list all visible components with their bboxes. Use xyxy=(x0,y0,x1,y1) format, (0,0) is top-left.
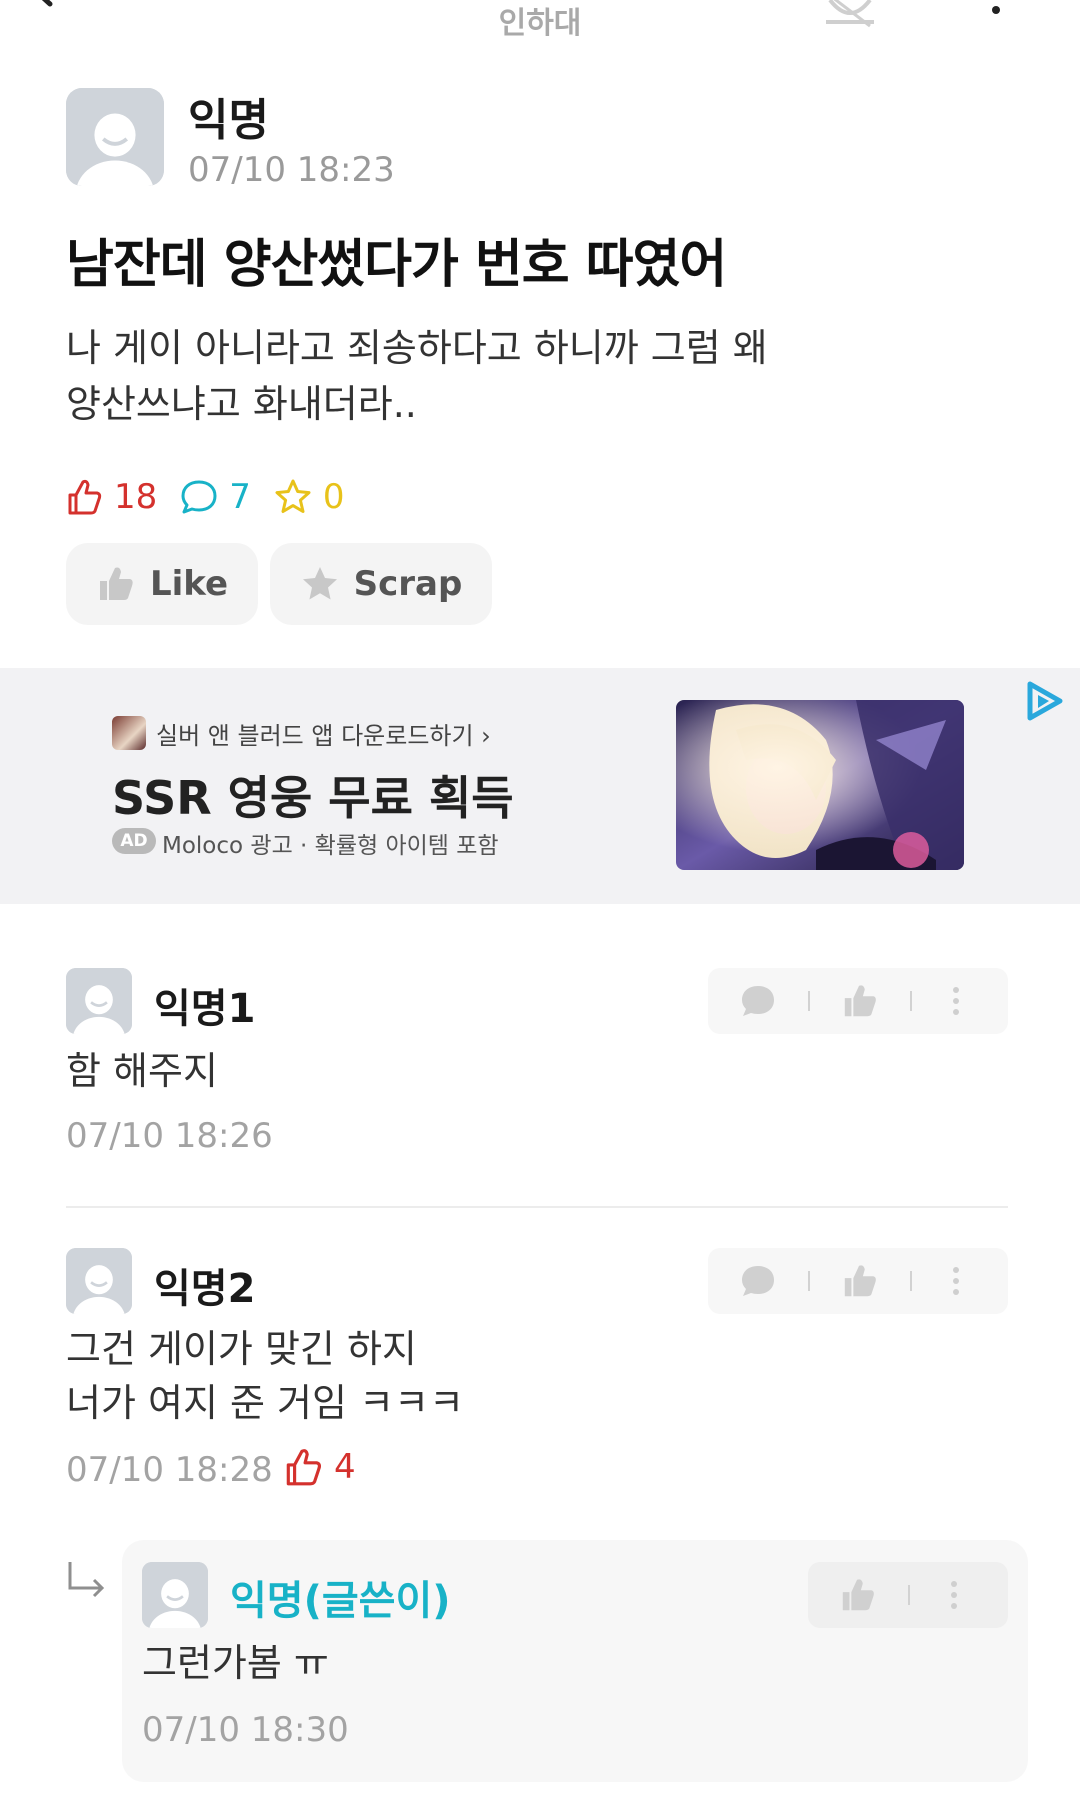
comment-text: 함 해주지 xyxy=(66,1044,218,1098)
star-filled-icon xyxy=(302,567,337,600)
comment-timestamp: 07/10 18:26 xyxy=(66,1116,273,1156)
comment-like-value: 4 xyxy=(334,1447,356,1487)
speech-bubble-icon xyxy=(181,480,217,514)
ad-image[interactable] xyxy=(676,700,964,870)
avatar xyxy=(66,1248,132,1314)
comment-like-count: 4 xyxy=(282,1446,356,1488)
more-vertical-icon[interactable] xyxy=(992,6,1000,14)
post-title: 남잔데 양산썼다가 번호 따였어 xyxy=(66,235,727,295)
reply-author: 익명(글쓴이) xyxy=(230,1578,451,1624)
separator xyxy=(910,991,912,1011)
comment-count: 7 xyxy=(179,477,251,517)
comment-like-icon[interactable] xyxy=(840,981,880,1021)
comment-text: 그건 게이가 맞긴 하지 너가 여지 준 거임 ㅋㅋㅋ xyxy=(66,1322,464,1430)
reply-timestamp: 07/10 18:30 xyxy=(142,1710,349,1750)
ad-headline[interactable]: SSR 영웅 무료 획득 xyxy=(112,762,514,828)
star-icon xyxy=(275,479,311,513)
comment-count-value: 7 xyxy=(229,477,251,517)
ad-download-link[interactable]: 실버 앤 블러드 앱 다운로드하기 › xyxy=(156,716,491,751)
thumbs-up-filled-icon xyxy=(99,567,133,600)
board-title: 인하대 xyxy=(498,6,582,41)
reply-text-line: 그런가봄 ㅠ xyxy=(142,1641,329,1685)
comment-author: 익명2 xyxy=(154,1266,256,1312)
comment-text-line: 그건 게이가 맞긴 하지 xyxy=(66,1327,417,1371)
ad-badge: AD xyxy=(112,828,156,854)
post-author: 익명 xyxy=(188,95,269,146)
ad-banner[interactable]: 실버 앤 블러드 앱 다운로드하기 › SSR 영웅 무료 획득 AD Molo… xyxy=(0,668,1080,904)
comment-text-line: 너가 여지 준 거임 ㅋㅋㅋ xyxy=(66,1381,464,1425)
separator xyxy=(808,1271,810,1291)
avatar xyxy=(66,968,132,1034)
thumbs-up-icon xyxy=(68,479,102,515)
reply-icon[interactable] xyxy=(738,1261,778,1301)
like-count-value: 18 xyxy=(114,477,158,517)
separator xyxy=(908,1585,910,1605)
more-vertical-icon[interactable] xyxy=(936,1261,976,1301)
reply-arrow-icon xyxy=(68,1562,105,1598)
like-count: 18 xyxy=(64,477,157,517)
post-timestamp: 07/10 18:23 xyxy=(188,150,395,190)
comment-author: 익명1 xyxy=(154,986,256,1032)
comment-text-line: 함 해주지 xyxy=(66,1049,218,1093)
scrap-button[interactable]: Scrap xyxy=(270,543,492,625)
thumbs-up-icon xyxy=(286,1449,322,1486)
ad-disclaimer: Moloco 광고 · 확률형 아이템 포함 xyxy=(162,833,499,859)
bell-off-icon[interactable] xyxy=(820,0,880,30)
ad-choices-icon[interactable] xyxy=(1022,678,1068,724)
scrap-count-value: 0 xyxy=(322,477,345,517)
post-body: 나 게이 아니라고 죄송하다고 하니까 그럼 왜 양산쓰냐고 화내더라.. xyxy=(66,320,886,432)
post-stats: 18 7 0 xyxy=(64,474,367,520)
scrap-button-label: Scrap xyxy=(353,564,463,604)
post-body-line: 나 게이 아니라고 죄송하다고 하니까 그럼 왜 xyxy=(66,326,768,370)
like-button[interactable]: Like xyxy=(66,543,258,625)
reply-text: 그런가봄 ㅠ xyxy=(142,1636,329,1690)
like-button-label: Like xyxy=(149,564,229,604)
avatar xyxy=(142,1562,208,1628)
comment-action-bar xyxy=(708,968,1008,1034)
top-bar: 인하대 xyxy=(0,0,1080,44)
more-vertical-icon[interactable] xyxy=(934,1575,974,1615)
more-vertical-icon[interactable] xyxy=(936,981,976,1021)
separator xyxy=(910,1271,912,1291)
reply-action-bar xyxy=(808,1562,1008,1628)
comment-like-icon[interactable] xyxy=(838,1575,878,1615)
comment-divider xyxy=(66,1206,1008,1208)
separator xyxy=(808,991,810,1011)
post-body-line: 양산쓰냐고 화내더라.. xyxy=(66,382,417,426)
scrap-count: 0 xyxy=(273,477,345,517)
comment-timestamp: 07/10 18:28 xyxy=(66,1450,273,1490)
comment-action-bar xyxy=(708,1248,1008,1314)
comment-like-icon[interactable] xyxy=(840,1261,880,1301)
avatar xyxy=(66,88,164,186)
reply-comment: 익명(글쓴이) 그런가봄 ㅠ 07/10 18:30 xyxy=(122,1540,1028,1782)
reply-icon[interactable] xyxy=(738,981,778,1021)
ad-app-icon xyxy=(112,716,146,750)
